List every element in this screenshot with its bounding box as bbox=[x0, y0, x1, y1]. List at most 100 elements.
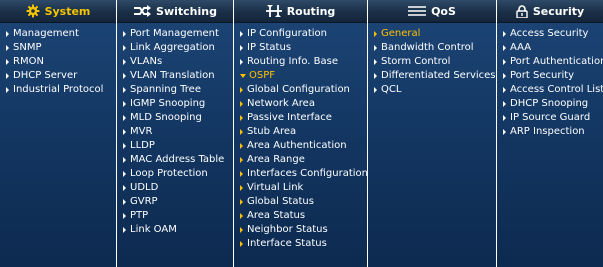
menu-item-mld-snooping[interactable]: MLD Snooping bbox=[123, 111, 233, 125]
arrow-icon bbox=[240, 59, 243, 65]
menu-item-access-security[interactable]: Access Security bbox=[503, 27, 603, 41]
arrow-icon bbox=[240, 45, 243, 51]
menu-item-dhcp-snooping[interactable]: DHCP Snooping bbox=[503, 97, 603, 111]
menu-item-stub-area[interactable]: Stub Area bbox=[240, 125, 367, 139]
menu-item-area-authentication[interactable]: Area Authentication bbox=[240, 139, 367, 153]
menu-item-label: Network Area bbox=[247, 98, 315, 109]
menu-item-igmp-snooping[interactable]: IGMP Snooping bbox=[123, 97, 233, 111]
mega-menu: System Management SNMP RMON DHCP Server Indu… bbox=[0, 0, 603, 267]
menu-item-ospf[interactable]: OSPF bbox=[240, 69, 367, 83]
arrow-icon bbox=[123, 45, 126, 51]
arrow-icon bbox=[503, 73, 506, 79]
menu-item-label: Management bbox=[13, 28, 79, 39]
menu-item-global-status[interactable]: Global Status bbox=[240, 195, 367, 209]
menu-item-ip-status[interactable]: IP Status bbox=[240, 41, 367, 55]
menu-item-label: IGMP Snooping bbox=[130, 98, 206, 109]
menu-item-aaa[interactable]: AAA bbox=[503, 41, 603, 55]
menu-item-passive-interface[interactable]: Passive Interface bbox=[240, 111, 367, 125]
arrow-icon bbox=[240, 213, 243, 219]
menu-item-link-oam[interactable]: Link OAM bbox=[123, 223, 233, 237]
menu-item-port-management[interactable]: Port Management bbox=[123, 27, 233, 41]
arrow-icon bbox=[503, 101, 506, 107]
menu-item-label: Stub Area bbox=[247, 126, 297, 137]
menu-item-industrial-protocol[interactable]: Industrial Protocol bbox=[6, 83, 116, 97]
menu-header-switching[interactable]: Switching bbox=[117, 0, 233, 23]
menu-item-lldp[interactable]: LLDP bbox=[123, 139, 233, 153]
arrow-icon bbox=[123, 73, 126, 79]
menu-item-loop-protection[interactable]: Loop Protection bbox=[123, 167, 233, 181]
arrow-icon bbox=[374, 45, 377, 51]
menu-item-access-control-list[interactable]: Access Control List bbox=[503, 83, 603, 97]
menu-item-label: General bbox=[381, 28, 421, 39]
menu-item-port-security[interactable]: Port Security bbox=[503, 69, 603, 83]
menu-item-ip-configuration[interactable]: IP Configuration bbox=[240, 27, 367, 41]
menu-header-label: Routing bbox=[286, 4, 336, 18]
switching-arrows-icon bbox=[133, 5, 152, 17]
arrow-icon bbox=[6, 87, 9, 93]
menu-item-mac-address-table[interactable]: MAC Address Table bbox=[123, 153, 233, 167]
arrow-icon bbox=[123, 199, 126, 205]
menu-column-qos: QoS General Bandwidth Control Storm Contro… bbox=[368, 0, 496, 267]
arrow-icon bbox=[240, 157, 243, 163]
menu-item-link-aggregation[interactable]: Link Aggregation bbox=[123, 41, 233, 55]
menu-item-label: Global Status bbox=[247, 196, 314, 207]
menu-item-differentiated-services[interactable]: Differentiated Services bbox=[374, 69, 496, 83]
menu-item-network-area[interactable]: Network Area bbox=[240, 97, 367, 111]
menu-item-qcl[interactable]: QCL bbox=[374, 83, 496, 97]
menu-item-area-status[interactable]: Area Status bbox=[240, 209, 367, 223]
menu-item-rmon[interactable]: RMON bbox=[6, 55, 116, 69]
menu-item-label: Port Authentication bbox=[510, 56, 603, 67]
menu-item-neighbor-status[interactable]: Neighbor Status bbox=[240, 223, 367, 237]
menu-item-label: IP Status bbox=[247, 42, 292, 53]
menu-item-virtual-link[interactable]: Virtual Link bbox=[240, 181, 367, 195]
arrow-icon bbox=[123, 213, 126, 219]
menu-item-label: Link OAM bbox=[130, 224, 177, 235]
menu-item-dhcp-server[interactable]: DHCP Server bbox=[6, 69, 116, 83]
menu-header-system[interactable]: System bbox=[0, 0, 116, 23]
menu-item-label: IP Configuration bbox=[247, 28, 327, 39]
menu-item-area-range[interactable]: Area Range bbox=[240, 153, 367, 167]
menu-item-gvrp[interactable]: GVRP bbox=[123, 195, 233, 209]
menu-item-storm-control[interactable]: Storm Control bbox=[374, 55, 496, 69]
menu-item-label: Interfaces Configuration bbox=[247, 168, 368, 179]
menu-item-ip-source-guard[interactable]: IP Source Guard bbox=[503, 111, 603, 125]
menu-item-udld[interactable]: UDLD bbox=[123, 181, 233, 195]
arrow-icon bbox=[240, 129, 243, 135]
menu-item-routing-info-base[interactable]: Routing Info. Base bbox=[240, 55, 367, 69]
menu-header-label: QoS bbox=[431, 4, 456, 18]
menu-header-routing[interactable]: Routing bbox=[234, 0, 367, 23]
arrow-icon bbox=[123, 171, 126, 177]
menu-item-ptp[interactable]: PTP bbox=[123, 209, 233, 223]
menu-item-interfaces-configuration[interactable]: Interfaces Configuration bbox=[240, 167, 368, 181]
menu-item-vlan-translation[interactable]: VLAN Translation bbox=[123, 69, 233, 83]
menu-item-snmp[interactable]: SNMP bbox=[6, 41, 116, 55]
lock-icon bbox=[516, 4, 528, 18]
arrow-icon bbox=[503, 45, 506, 51]
arrow-icon bbox=[6, 31, 9, 37]
menu-item-label: MLD Snooping bbox=[130, 112, 202, 123]
menu-item-label: Spanning Tree bbox=[130, 84, 201, 95]
routing-arrows-icon bbox=[265, 5, 282, 17]
menu-item-label: Passive Interface bbox=[247, 112, 332, 123]
menu-header-security[interactable]: Security bbox=[497, 0, 603, 23]
menu-item-mvr[interactable]: MVR bbox=[123, 125, 233, 139]
menu-item-label: Link Aggregation bbox=[130, 42, 215, 53]
menu-item-arp-inspection[interactable]: ARP Inspection bbox=[503, 125, 603, 139]
arrow-icon bbox=[240, 199, 243, 205]
menu-item-global-configuration[interactable]: Global Configuration bbox=[240, 83, 367, 97]
menu-item-management[interactable]: Management bbox=[6, 27, 116, 41]
menu-column-system: System Management SNMP RMON DHCP Server Indu… bbox=[0, 0, 116, 267]
menu-item-bandwidth-control[interactable]: Bandwidth Control bbox=[374, 41, 496, 55]
menu-item-spanning-tree[interactable]: Spanning Tree bbox=[123, 83, 233, 97]
arrow-icon bbox=[240, 185, 243, 191]
menu-header-qos[interactable]: QoS bbox=[368, 0, 496, 23]
menu-item-interface-status[interactable]: Interface Status bbox=[240, 237, 367, 251]
menu-column-switching: Switching Port Management Link Aggregatio… bbox=[117, 0, 233, 267]
arrow-icon bbox=[240, 31, 243, 37]
arrow-icon bbox=[240, 115, 243, 121]
menu-item-vlans[interactable]: VLANs bbox=[123, 55, 233, 69]
arrow-icon bbox=[374, 87, 377, 93]
menu-item-general[interactable]: General bbox=[374, 27, 496, 41]
gear-icon bbox=[26, 4, 40, 18]
menu-item-port-authentication[interactable]: Port Authentication bbox=[503, 55, 603, 69]
